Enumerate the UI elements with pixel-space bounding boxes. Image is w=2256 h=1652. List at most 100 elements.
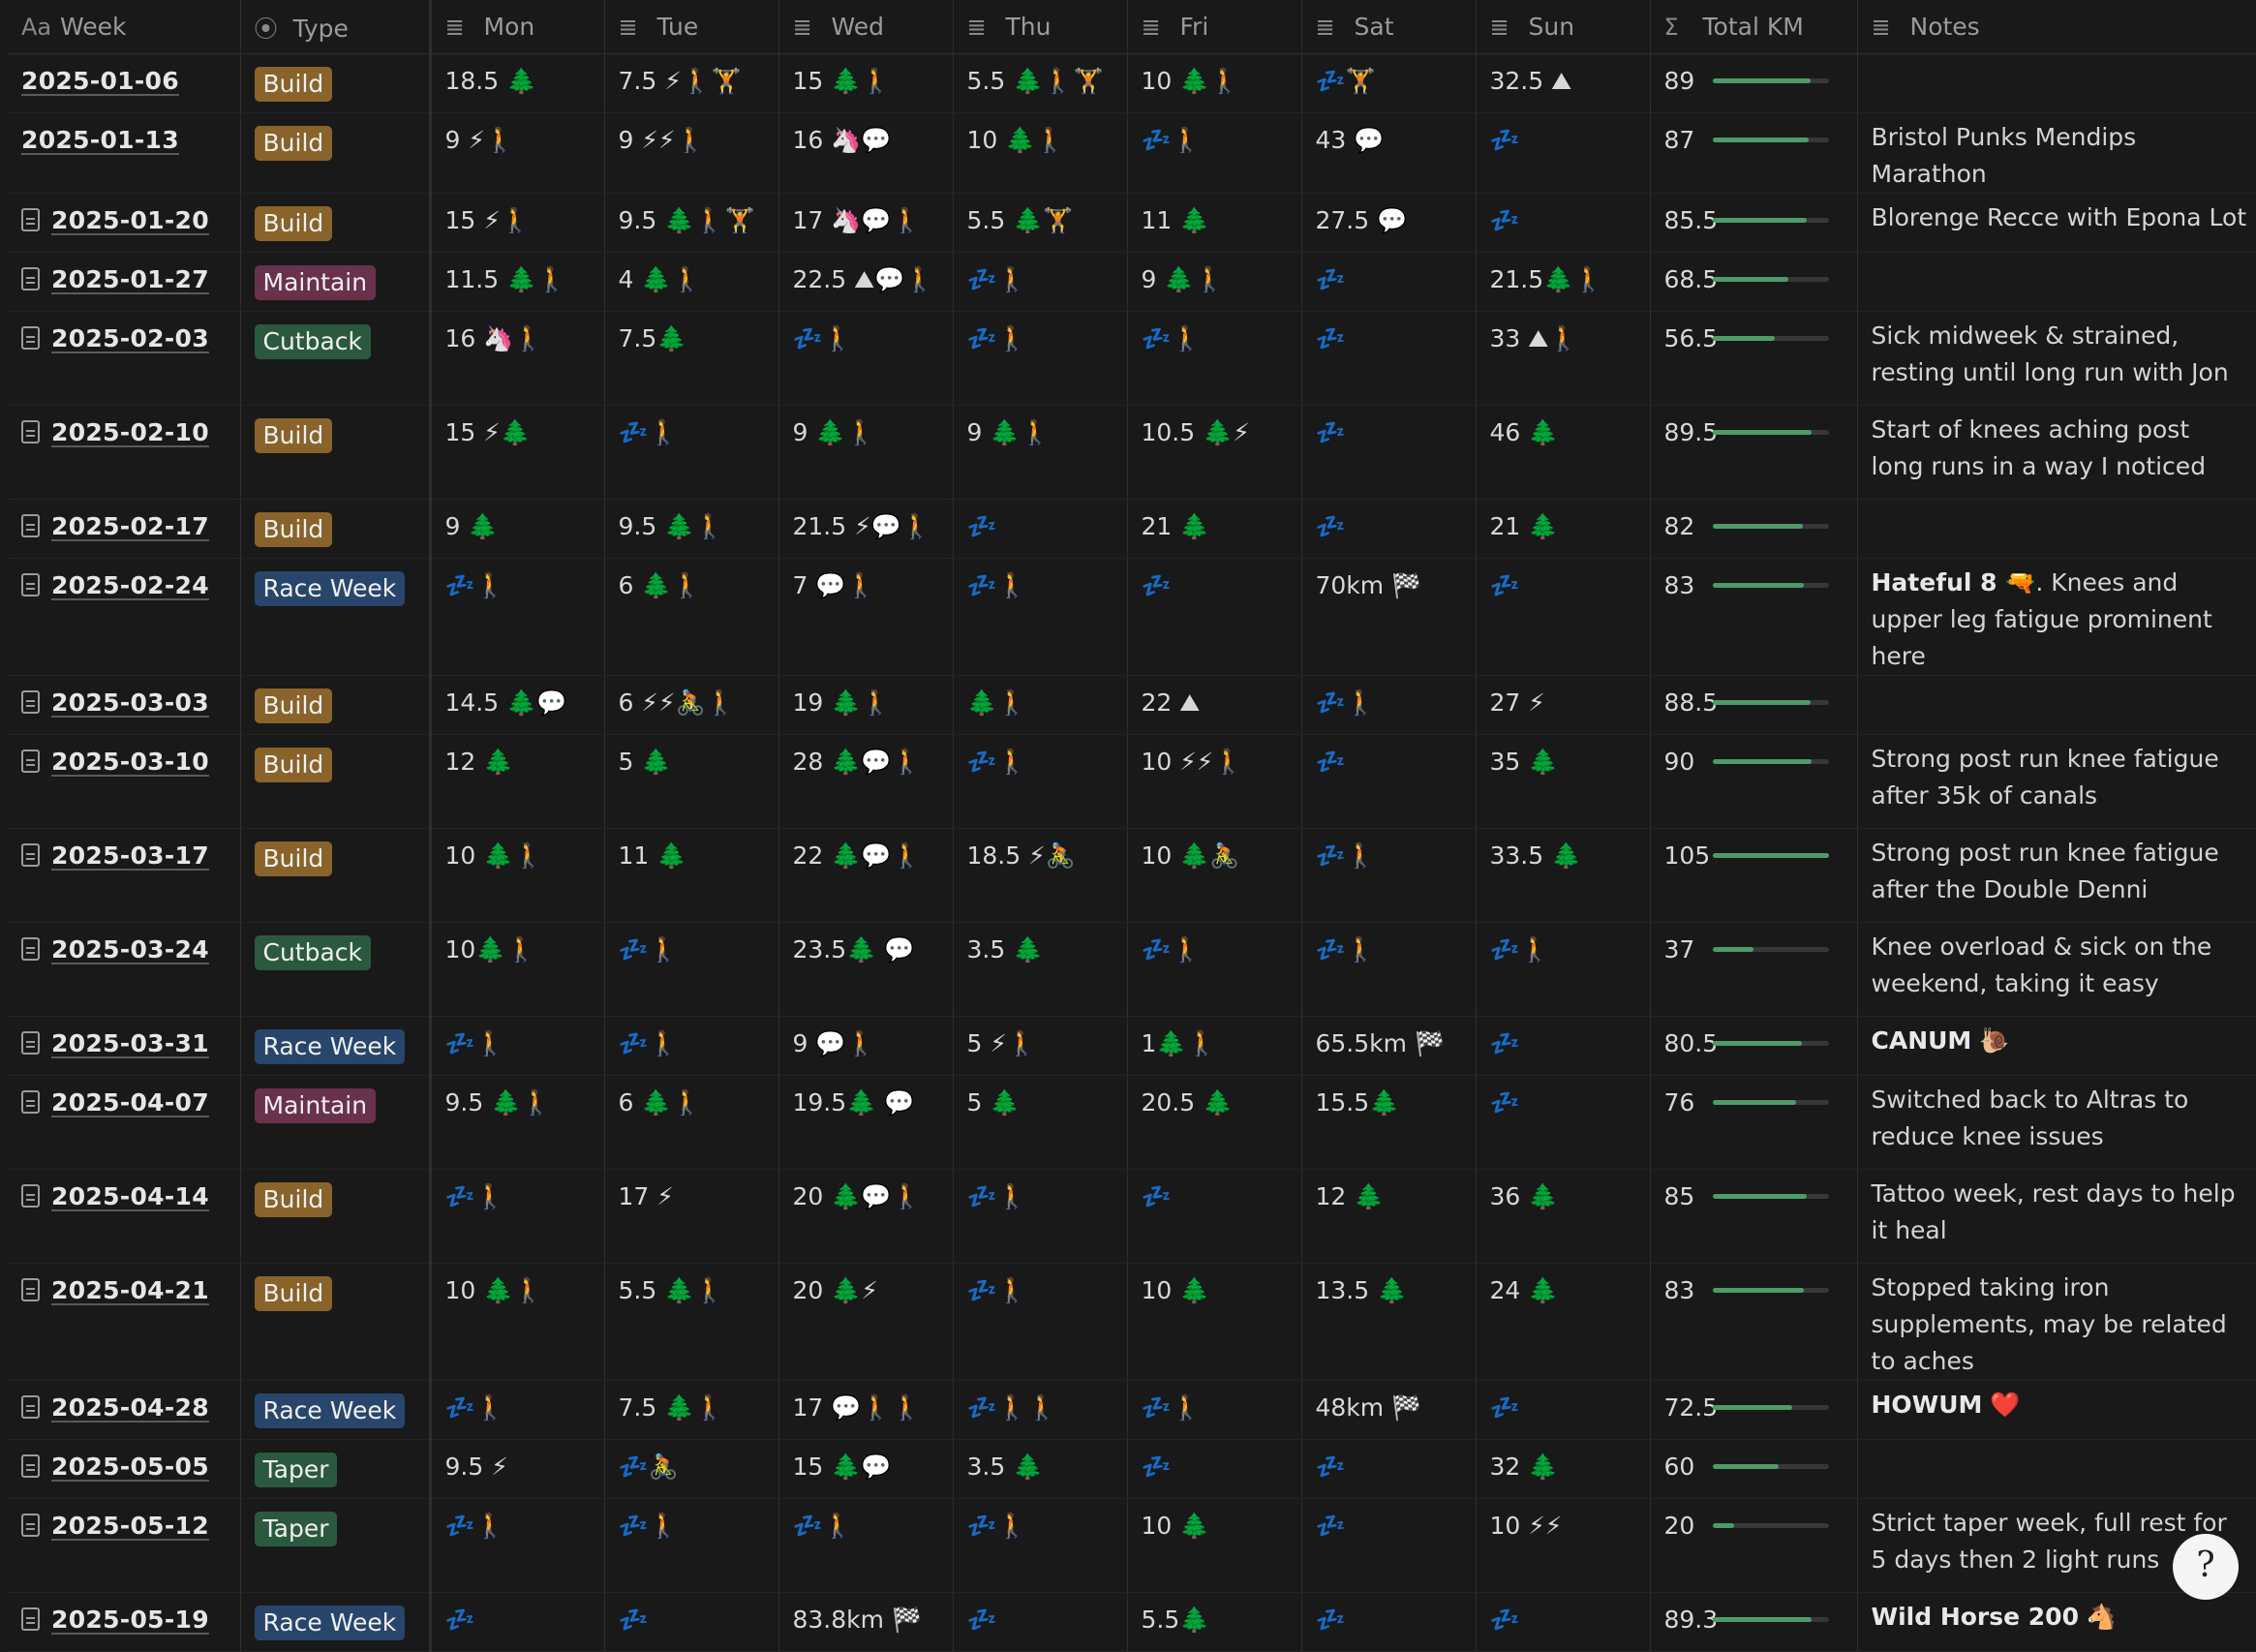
- day-cell-wed[interactable]: 💤🚶: [778, 311, 954, 406]
- day-cell-sun[interactable]: 💤: [1476, 1016, 1651, 1076]
- day-cell-fri[interactable]: 21 🌲: [1127, 499, 1302, 559]
- day-cell-sun[interactable]: 32.5 ⛰: [1476, 53, 1651, 113]
- day-cell-mon[interactable]: 💤🚶: [430, 1380, 605, 1440]
- week-link[interactable]: 2025-01-13: [21, 126, 179, 154]
- day-cell-fri[interactable]: 10 🌲: [1127, 1498, 1302, 1593]
- table-row[interactable]: 2025-02-17 Build 9 🌲 9.5 🌲🚶 21.5 ⚡💬🚶 💤 21 🌲 💤 21…: [8, 499, 2256, 559]
- week-link[interactable]: 2025-01-06: [21, 67, 179, 95]
- notes-cell[interactable]: [1857, 1439, 2256, 1499]
- week-cell[interactable]: 2025-04-21: [8, 1263, 241, 1381]
- notes-cell[interactable]: Bristol Punks Mendips Marathon: [1857, 112, 2256, 194]
- notes-cell[interactable]: CANUM 🐌: [1857, 1016, 2256, 1076]
- day-cell-thu[interactable]: 5.5 🌲🏋: [953, 193, 1128, 253]
- day-cell-thu[interactable]: 🌲🚶: [953, 675, 1128, 735]
- day-cell-tue[interactable]: 17 ⚡: [604, 1169, 779, 1264]
- notes-cell[interactable]: Tattoo week, rest days to help it heal: [1857, 1169, 2256, 1264]
- day-cell-sat[interactable]: 💤🏋: [1301, 53, 1477, 113]
- day-cell-fri[interactable]: 5.5🌲: [1127, 1592, 1302, 1652]
- day-cell-fri[interactable]: 10 🌲🚶: [1127, 53, 1302, 113]
- week-cell[interactable]: 2025-02-24: [8, 558, 241, 676]
- week-cell[interactable]: 2025-01-13: [8, 112, 241, 194]
- day-cell-sat[interactable]: 27.5 💬: [1301, 193, 1477, 253]
- day-cell-tue[interactable]: 9.5 🌲🚶🏋: [604, 193, 779, 253]
- week-link[interactable]: 2025-04-07: [51, 1088, 209, 1117]
- day-cell-sun[interactable]: 27 ⚡: [1476, 675, 1651, 735]
- day-cell-fri[interactable]: 💤🚶: [1127, 311, 1302, 406]
- table-row[interactable]: 2025-04-21 Build 10 🌲🚶 5.5 🌲🚶 20 🌲⚡ 💤🚶 10 🌲 13.…: [8, 1263, 2256, 1381]
- table-row[interactable]: 2025-02-24 Race Week 💤🚶 6 🌲🚶 7 💬🚶 💤🚶 💤 70km 🏁 💤 8…: [8, 558, 2256, 676]
- day-cell-thu[interactable]: 💤🚶: [953, 734, 1128, 829]
- type-cell[interactable]: Build: [240, 828, 432, 923]
- day-cell-wed[interactable]: 28 🌲💬🚶: [778, 734, 954, 829]
- week-cell[interactable]: 2025-01-20: [8, 193, 241, 253]
- table-row[interactable]: 2025-03-31 Race Week 💤🚶 💤🚶 9 💬🚶 5 ⚡🚶 1🌲🚶 65.5km…: [8, 1016, 2256, 1076]
- week-title[interactable]: 2025-03-10: [21, 748, 239, 776]
- type-cell[interactable]: Race Week: [240, 558, 432, 676]
- week-cell[interactable]: 2025-02-10: [8, 405, 241, 500]
- week-title[interactable]: 2025-01-13: [21, 126, 239, 154]
- week-title[interactable]: 2025-02-24: [21, 571, 239, 599]
- notes-cell[interactable]: Hateful 8 🔫. Knees and upper leg fatigue…: [1857, 558, 2256, 676]
- notes-cell[interactable]: Sick midweek & strained, resting until l…: [1857, 311, 2256, 406]
- notes-cell[interactable]: [1857, 53, 2256, 113]
- table-row[interactable]: 2025-01-13 Build 9 ⚡🚶 9 ⚡⚡🚶 16 🦄💬 10 🌲🚶 💤🚶 43 💬…: [8, 112, 2256, 194]
- column-header-thu[interactable]: ≣ Thu: [953, 0, 1128, 54]
- day-cell-thu[interactable]: 💤🚶: [953, 252, 1128, 312]
- table-row[interactable]: 2025-02-10 Build 15 ⚡🌲 💤🚶 9 🌲🚶 9 🌲🚶 10.5 🌲⚡ 💤 46…: [8, 405, 2256, 500]
- day-cell-thu[interactable]: 💤🚶🚶: [953, 1380, 1128, 1440]
- day-cell-sun[interactable]: 💤: [1476, 1380, 1651, 1440]
- day-cell-fri[interactable]: 1🌲🚶: [1127, 1016, 1302, 1076]
- day-cell-thu[interactable]: 💤🚶: [953, 558, 1128, 676]
- day-cell-thu[interactable]: 5 ⚡🚶: [953, 1016, 1128, 1076]
- day-cell-tue[interactable]: 7.5 ⚡🚶🏋: [604, 53, 779, 113]
- day-cell-thu[interactable]: 18.5 ⚡🚴: [953, 828, 1128, 923]
- column-header-week[interactable]: Aa Week: [8, 0, 241, 54]
- day-cell-sat[interactable]: 43 💬: [1301, 112, 1477, 194]
- day-cell-sun[interactable]: 💤: [1476, 1592, 1651, 1652]
- table-row[interactable]: 2025-05-19 Race Week 💤 💤 83.8km 🏁 💤 5.5🌲 💤 💤 89.3…: [8, 1592, 2256, 1652]
- table-row[interactable]: 2025-01-20 Build 15 ⚡🚶 9.5 🌲🚶🏋 17 🦄💬🚶 5.5 🌲🏋 1…: [8, 193, 2256, 253]
- day-cell-mon[interactable]: 16 🦄🚶: [430, 311, 605, 406]
- type-cell[interactable]: Race Week: [240, 1592, 432, 1652]
- day-cell-fri[interactable]: 💤: [1127, 1169, 1302, 1264]
- day-cell-tue[interactable]: 4 🌲🚶: [604, 252, 779, 312]
- day-cell-sat[interactable]: 💤: [1301, 1592, 1477, 1652]
- notes-cell[interactable]: Strong post run knee fatigue after the D…: [1857, 828, 2256, 923]
- day-cell-wed[interactable]: 9 💬🚶: [778, 1016, 954, 1076]
- day-cell-sat[interactable]: 48km 🏁: [1301, 1380, 1477, 1440]
- day-cell-mon[interactable]: 9 ⚡🚶: [430, 112, 605, 194]
- day-cell-wed[interactable]: 19 🌲🚶: [778, 675, 954, 735]
- day-cell-thu[interactable]: 💤: [953, 499, 1128, 559]
- day-cell-thu[interactable]: 💤🚶: [953, 1169, 1128, 1264]
- day-cell-thu[interactable]: 5 🌲: [953, 1075, 1128, 1170]
- week-cell[interactable]: 2025-05-19: [8, 1592, 241, 1652]
- day-cell-fri[interactable]: 💤🚶: [1127, 922, 1302, 1017]
- week-link[interactable]: 2025-02-24: [51, 571, 209, 599]
- day-cell-fri[interactable]: 10 ⚡⚡🚶: [1127, 734, 1302, 829]
- type-cell[interactable]: Build: [240, 499, 432, 559]
- column-header-notes[interactable]: ≣ Notes: [1857, 0, 2256, 54]
- day-cell-mon[interactable]: 💤🚶: [430, 1016, 605, 1076]
- week-link[interactable]: 2025-05-19: [51, 1606, 209, 1634]
- type-cell[interactable]: Build: [240, 734, 432, 829]
- week-title[interactable]: 2025-03-17: [21, 841, 239, 870]
- type-cell[interactable]: Race Week: [240, 1380, 432, 1440]
- table-row[interactable]: 2025-03-17 Build 10 🌲🚶 11 🌲 22 🌲💬🚶 18.5 ⚡🚴 10 …: [8, 828, 2256, 923]
- table-row[interactable]: 2025-01-27 Maintain 11.5 🌲🚶 4 🌲🚶 22.5 ⛰💬🚶 💤🚶 9…: [8, 252, 2256, 312]
- day-cell-wed[interactable]: 16 🦄💬: [778, 112, 954, 194]
- week-title[interactable]: 2025-04-07: [21, 1088, 239, 1117]
- column-header-sat[interactable]: ≣ Sat: [1301, 0, 1477, 54]
- day-cell-fri[interactable]: 💤🚶: [1127, 112, 1302, 194]
- table-row[interactable]: 2025-03-24 Cutback 10🌲🚶 💤🚶 23.5🌲 💬 3.5 🌲 💤🚶 💤🚶 💤…: [8, 922, 2256, 1017]
- day-cell-wed[interactable]: 9 🌲🚶: [778, 405, 954, 500]
- day-cell-wed[interactable]: 💤🚶: [778, 1498, 954, 1593]
- type-cell[interactable]: Build: [240, 405, 432, 500]
- day-cell-thu[interactable]: 5.5 🌲🚶🏋: [953, 53, 1128, 113]
- day-cell-mon[interactable]: 15 ⚡🌲: [430, 405, 605, 500]
- day-cell-mon[interactable]: 11.5 🌲🚶: [430, 252, 605, 312]
- day-cell-tue[interactable]: 7.5🌲: [604, 311, 779, 406]
- week-link[interactable]: 2025-03-24: [51, 935, 209, 964]
- day-cell-tue[interactable]: 9.5 🌲🚶: [604, 499, 779, 559]
- day-cell-thu[interactable]: 💤🚶: [953, 311, 1128, 406]
- week-cell[interactable]: 2025-03-31: [8, 1016, 241, 1076]
